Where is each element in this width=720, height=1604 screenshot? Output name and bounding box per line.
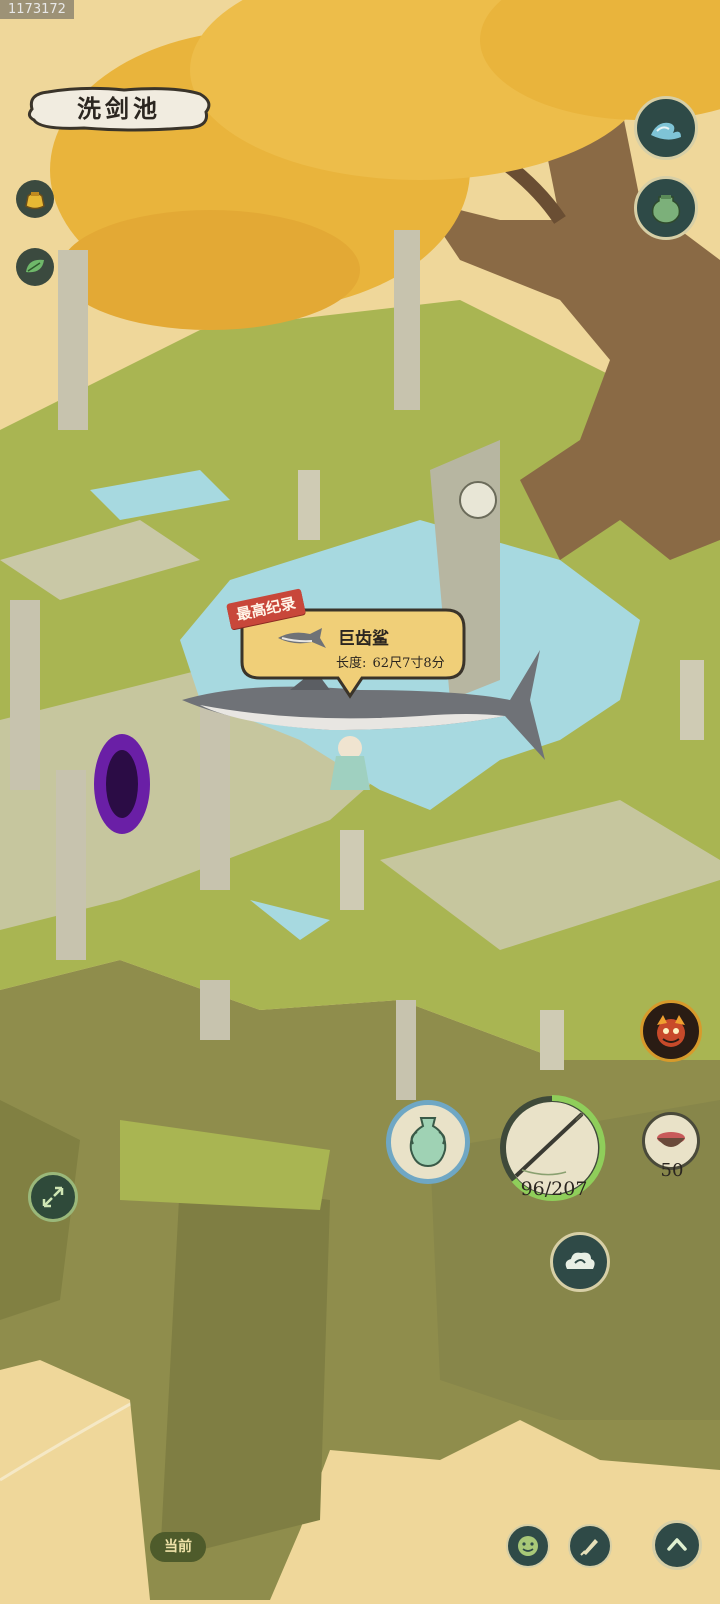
expand-menu-button[interactable] xyxy=(652,1520,702,1570)
wave-button[interactable] xyxy=(634,96,698,160)
brush-icon xyxy=(580,1539,598,1556)
emote-button[interactable] xyxy=(506,1524,550,1568)
jar-button[interactable] xyxy=(634,176,698,240)
bait-count: 50 xyxy=(660,1160,684,1181)
bait-bowl-icon xyxy=(657,1132,685,1147)
leaf-button[interactable] xyxy=(16,248,54,286)
demon-event-button[interactable] xyxy=(640,1000,702,1062)
cloud-icon xyxy=(565,1252,595,1269)
face-icon xyxy=(518,1536,538,1556)
pouch-button[interactable] xyxy=(16,180,54,218)
expand-view-button[interactable] xyxy=(28,1172,78,1222)
fish-length: 长度: 62尺7寸8分 xyxy=(336,652,445,671)
game-scene: 1173172 洗剑池 最高纪录 巨齿鲨 长度: 62尺7寸8分 96/207 … xyxy=(0,0,720,1600)
chevron-up-icon xyxy=(667,1538,687,1551)
wave-icon xyxy=(651,122,681,140)
location-title-plate: 洗剑池 xyxy=(24,84,214,134)
expand-icon xyxy=(42,1186,64,1208)
pouch-icon xyxy=(25,192,45,210)
rod-durability-text: 96/207 xyxy=(520,1178,588,1200)
location-title: 洗剑池 xyxy=(77,94,161,123)
leaf-icon xyxy=(26,259,44,273)
demon-mask-icon xyxy=(657,1015,685,1047)
write-button[interactable] xyxy=(568,1524,612,1568)
vase-icon xyxy=(409,1117,447,1168)
current-location-label: 当前 xyxy=(150,1532,206,1562)
fish-length-label: 长度: xyxy=(336,656,367,671)
fish-name: 巨齿鲨 xyxy=(338,629,389,649)
vase-button[interactable] xyxy=(386,1100,470,1184)
fish-length-value: 62尺7寸8分 xyxy=(372,656,445,671)
shark-thumbnail-icon xyxy=(278,628,326,648)
cloud-button[interactable] xyxy=(550,1232,610,1292)
jar-icon xyxy=(651,195,681,224)
debug-id-label: 1173172 xyxy=(0,0,74,19)
scene-background xyxy=(0,0,720,1600)
